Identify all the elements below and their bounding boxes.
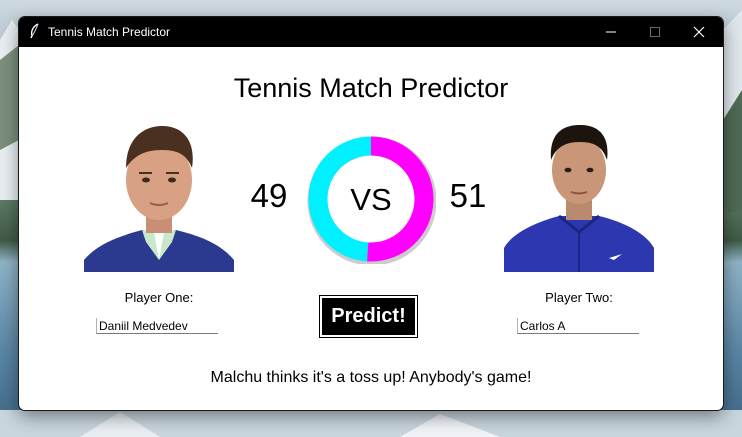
minimize-icon: [606, 31, 616, 33]
maximize-button[interactable]: [633, 17, 677, 47]
prediction-message: Malchu thinks it's a toss up! Anybody's …: [210, 369, 532, 386]
close-icon: [693, 26, 705, 38]
minimize-button[interactable]: [589, 17, 633, 47]
player-two-input[interactable]: [517, 318, 639, 334]
app-heading: Tennis Match Predictor: [233, 73, 509, 103]
player-one-label: Player One:: [124, 290, 194, 305]
player-two-score: 51: [449, 177, 487, 214]
player-one-photo: [84, 120, 234, 272]
win-probability-gauge: VS: [307, 136, 436, 264]
predict-button[interactable]: Predict!: [319, 295, 418, 338]
vs-label: VS: [350, 182, 391, 217]
player-two-label: Player Two:: [545, 290, 613, 305]
title-bar[interactable]: Tennis Match Predictor: [19, 17, 723, 47]
player-one-input[interactable]: [96, 318, 218, 334]
maximize-icon: [650, 27, 660, 37]
player-one-score: 49: [250, 177, 288, 214]
feather-icon: [30, 23, 39, 39]
app-window: Tennis Match Predictor Tennis Match Pred…: [19, 17, 723, 410]
window-title: Tennis Match Predictor: [48, 25, 171, 39]
player-two-photo: [504, 120, 654, 272]
close-button[interactable]: [677, 17, 721, 47]
